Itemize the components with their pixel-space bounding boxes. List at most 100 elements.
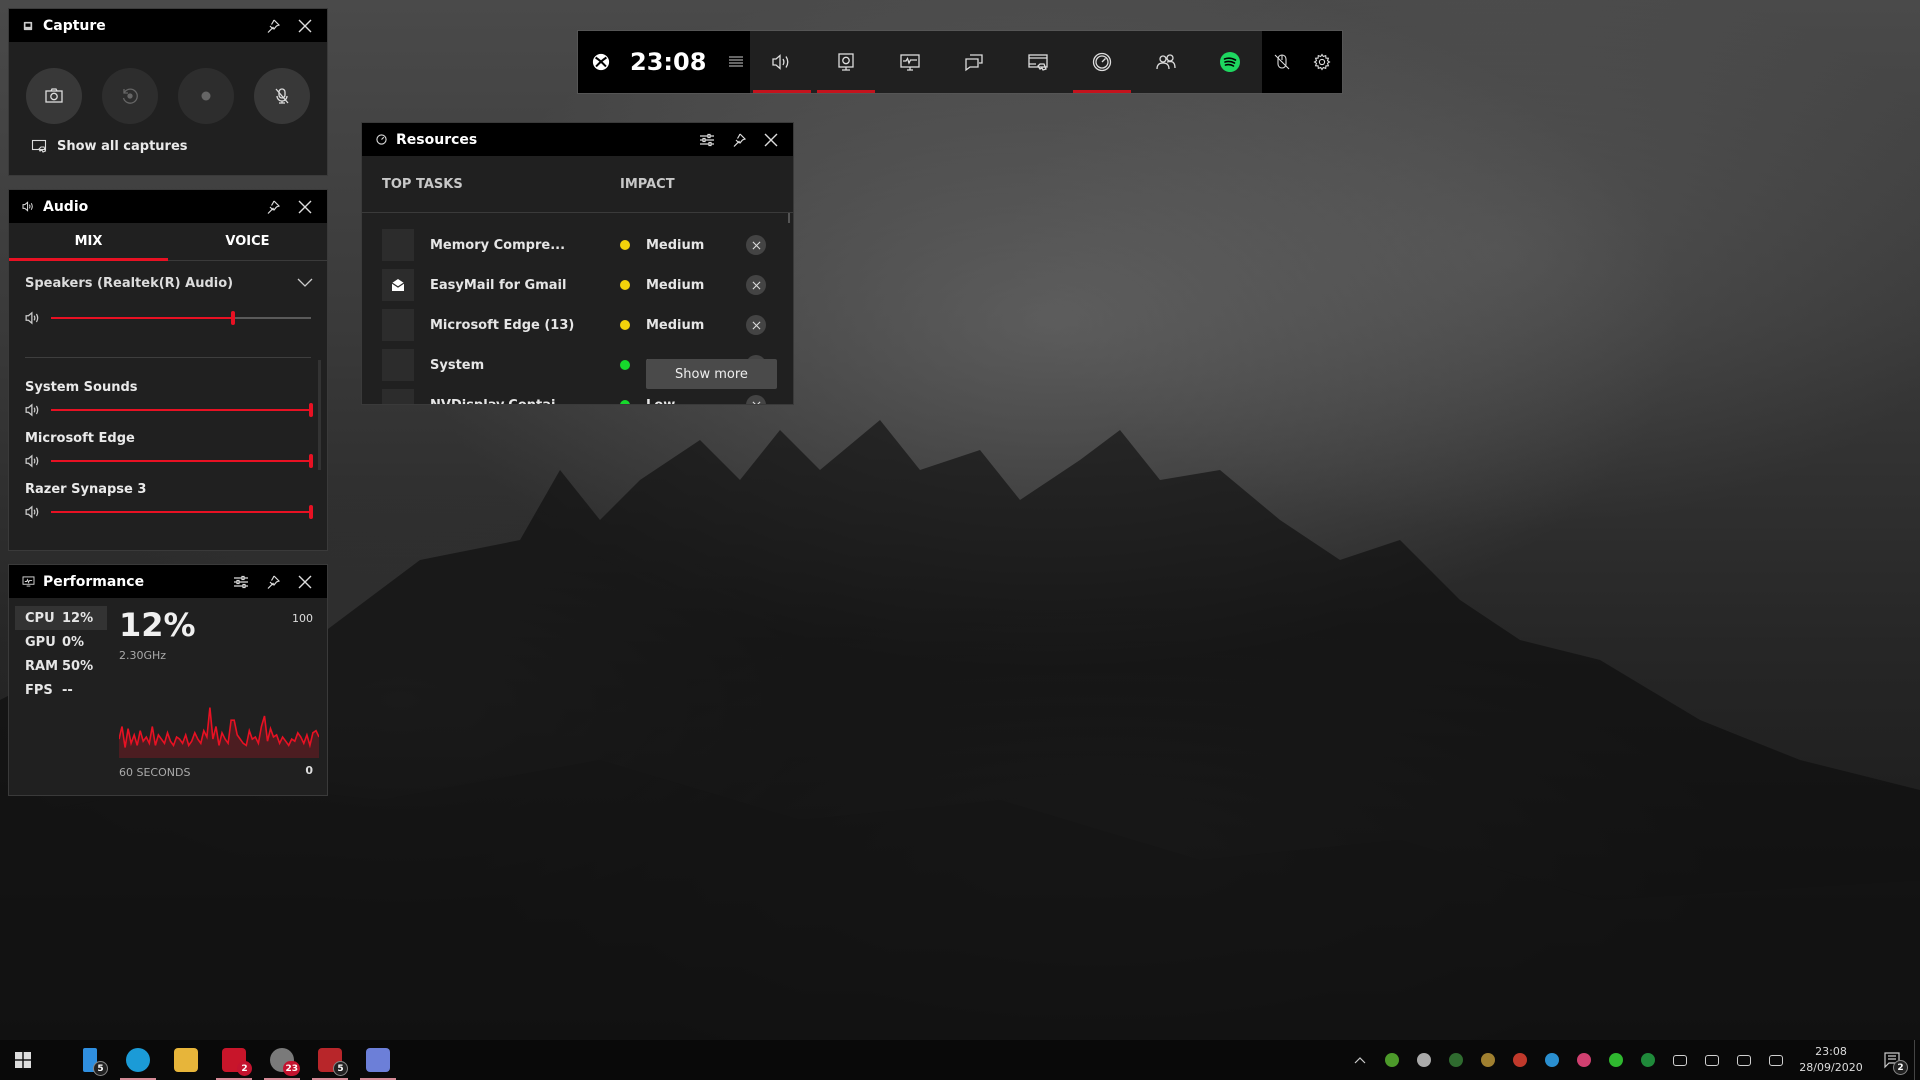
settings-sliders-icon[interactable] (693, 126, 721, 154)
tab-voice[interactable]: VOICE (168, 223, 327, 260)
webcam-icon (835, 51, 857, 73)
output-device-dropdown[interactable]: Speakers (Realtek(R) Audio) (9, 261, 327, 305)
metric-cpu[interactable]: CPU 12% (15, 606, 107, 630)
metric-value: -- (62, 682, 73, 698)
end-task-button[interactable] (746, 395, 766, 404)
performance-panel-header[interactable]: Performance (9, 565, 327, 598)
taskbar-app-gmail[interactable]: 5 (306, 1040, 354, 1080)
badge-count: 5 (93, 1061, 108, 1076)
widget-audio-button[interactable] (750, 31, 814, 93)
close-icon[interactable] (291, 568, 319, 596)
end-task-button[interactable] (746, 275, 766, 295)
tray-wifi[interactable] (1728, 1040, 1760, 1080)
tray-power[interactable] (1696, 1040, 1728, 1080)
show-hidden-icons-button[interactable] (1344, 1040, 1376, 1080)
slider-thumb[interactable] (309, 454, 313, 468)
show-more-tooltip[interactable]: Show more (646, 359, 777, 389)
record-last-30s-button[interactable] (102, 68, 158, 124)
slider-thumb[interactable] (309, 403, 313, 417)
slider-thumb[interactable] (309, 505, 313, 519)
audio-app-label: Razer Synapse 3 (25, 482, 147, 497)
taskbar-app-slack[interactable]: 23 (258, 1040, 306, 1080)
mouse-lock-button[interactable] (1264, 53, 1300, 71)
metric-ram[interactable]: RAM 50% (15, 654, 107, 678)
tray-slack[interactable] (1568, 1040, 1600, 1080)
volume-icon[interactable] (25, 505, 41, 519)
settings-button[interactable] (1304, 53, 1340, 71)
mic-toggle-button[interactable] (254, 68, 310, 124)
metric-fps[interactable]: FPS -- (15, 678, 107, 702)
end-task-button[interactable] (746, 315, 766, 335)
column-header-top-tasks[interactable]: TOP TASKS (382, 177, 620, 192)
close-icon[interactable] (757, 126, 785, 154)
tray-razer[interactable] (1600, 1040, 1632, 1080)
tray-nvidia[interactable] (1376, 1040, 1408, 1080)
tray-volume[interactable] (1760, 1040, 1792, 1080)
xbox-icon[interactable] (592, 53, 610, 71)
resources-scrollbar[interactable] (788, 213, 790, 223)
tray-telegram[interactable] (1536, 1040, 1568, 1080)
cpu-usage-area (119, 707, 319, 758)
widget-spotify-button[interactable] (1198, 31, 1262, 93)
pin-icon[interactable] (259, 568, 287, 596)
start-button[interactable] (0, 1040, 46, 1080)
audio-app-label: Microsoft Edge (25, 431, 135, 446)
pin-icon[interactable] (259, 12, 287, 40)
app-volume-slider[interactable] (51, 402, 313, 418)
capture-panel-header[interactable]: Capture (9, 9, 327, 42)
master-volume-slider[interactable] (51, 310, 311, 326)
tray-battery-monitor[interactable] (1440, 1040, 1472, 1080)
metric-gpu[interactable]: GPU 0% (15, 630, 107, 654)
show-all-captures-link[interactable]: Show all captures (31, 138, 327, 154)
tray-windows-security[interactable] (1632, 1040, 1664, 1080)
tray-onedrive[interactable] (1664, 1040, 1696, 1080)
widget-capture-button[interactable] (814, 31, 878, 93)
widget-menu-icon[interactable] (728, 55, 744, 69)
widget-resources-button[interactable] (1070, 31, 1134, 93)
audio-scrollbar[interactable] (318, 360, 321, 470)
screenshot-button[interactable] (26, 68, 82, 124)
end-task-button[interactable] (746, 235, 766, 255)
widget-looking-for-group-button[interactable] (1134, 31, 1198, 93)
task-row[interactable]: EasyMail for Gmail Medium (362, 265, 793, 305)
power-icon (1705, 1054, 1719, 1066)
widget-xbox-social-button[interactable] (942, 31, 1006, 93)
tab-mix[interactable]: MIX (9, 223, 168, 261)
volume-icon[interactable] (25, 403, 41, 417)
task-row[interactable]: Memory Compre... Medium (362, 225, 793, 265)
settings-sliders-icon[interactable] (227, 568, 255, 596)
taskbar-app-file-explorer[interactable] (162, 1040, 210, 1080)
volume-icon[interactable] (25, 311, 41, 325)
resources-panel-header[interactable]: Resources (362, 123, 793, 156)
system-clock[interactable]: 23:08 28/09/2020 (1792, 1044, 1870, 1076)
widget-gallery-button[interactable] (1006, 31, 1070, 93)
tray-color-app[interactable] (1472, 1040, 1504, 1080)
close-icon[interactable] (291, 12, 319, 40)
column-header-impact[interactable]: IMPACT (620, 177, 675, 192)
panel-title: Performance (43, 573, 145, 590)
output-device-label: Speakers (Realtek(R) Audio) (25, 275, 234, 291)
gamebar-clock: 23:08 (630, 48, 707, 76)
taskbar-app-whatsapp[interactable]: 2 (210, 1040, 258, 1080)
start-recording-button[interactable] (178, 68, 234, 124)
taskbar-app-discord[interactable] (354, 1040, 402, 1080)
tray-discord[interactable] (1408, 1040, 1440, 1080)
audio-panel-header[interactable]: Audio (9, 190, 327, 223)
close-icon[interactable] (291, 193, 319, 221)
impact-indicator (620, 240, 630, 250)
action-center-button[interactable]: 2 (1870, 1040, 1914, 1080)
pin-icon[interactable] (725, 126, 753, 154)
pin-icon[interactable] (259, 193, 287, 221)
app-volume-slider[interactable] (51, 453, 313, 469)
taskbar-app-your-phone[interactable]: 5 (66, 1040, 114, 1080)
divider (25, 357, 311, 358)
task-row[interactable]: Microsoft Edge (13) Medium (362, 305, 793, 345)
gear-icon (1313, 53, 1331, 71)
widget-performance-button[interactable] (878, 31, 942, 93)
tray-webcam-app[interactable] (1504, 1040, 1536, 1080)
volume-icon[interactable] (25, 454, 41, 468)
show-desktop-button[interactable] (1914, 1040, 1920, 1080)
slider-thumb[interactable] (231, 311, 235, 325)
app-volume-slider[interactable] (51, 504, 313, 520)
taskbar-app-microsoft-edge[interactable] (114, 1040, 162, 1080)
